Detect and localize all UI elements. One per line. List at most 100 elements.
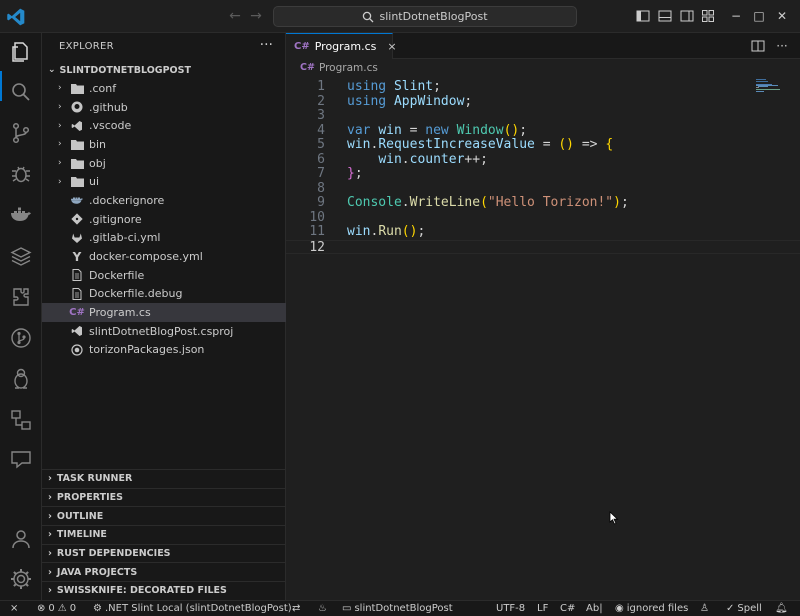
tree-item[interactable]: .gitignore bbox=[42, 210, 286, 229]
code-line[interactable]: 9 Console.WriteLine("Hello Torizon!"); bbox=[286, 195, 800, 211]
code-line[interactable]: 8 bbox=[286, 180, 800, 197]
code-text: win.counter++; bbox=[378, 151, 488, 167]
tree-item[interactable]: slintDotnetBlogPost.csproj bbox=[42, 322, 286, 341]
tree-item-label: Dockerfile bbox=[89, 268, 145, 282]
explorer-icon[interactable] bbox=[9, 40, 33, 64]
tree-item[interactable]: Ydocker-compose.yml bbox=[42, 247, 286, 266]
workspace-root-folder[interactable]: ⌄ SLINTDOTNETBLOGPOST bbox=[42, 61, 286, 79]
line-number: 8 bbox=[317, 180, 325, 196]
code-line[interactable]: 3 bbox=[286, 108, 800, 124]
spell-item[interactable]: ✓ Spell bbox=[726, 602, 762, 616]
split-editor-icon[interactable] bbox=[751, 39, 765, 53]
line-number: 12 bbox=[309, 239, 325, 255]
tree-item[interactable]: › .github bbox=[42, 98, 286, 117]
vscode-logo-icon[interactable] bbox=[6, 7, 26, 27]
torizon-penguin-icon[interactable] bbox=[9, 367, 33, 391]
chevron-right-icon: › bbox=[48, 510, 52, 522]
file-icon bbox=[70, 268, 84, 282]
git-graph-icon[interactable] bbox=[9, 326, 33, 350]
section-label: OUTLINE bbox=[56, 510, 104, 522]
tree-item[interactable]: .gitlab-ci.yml bbox=[42, 229, 286, 248]
spell-marker-item[interactable]: Ab| bbox=[586, 602, 603, 616]
tree-item[interactable]: › bin bbox=[42, 135, 286, 154]
chevron-right-icon: › bbox=[58, 83, 62, 94]
customize-layout-icon[interactable] bbox=[701, 9, 715, 23]
tasks-icon[interactable]: ⇄ bbox=[292, 602, 300, 616]
tree-item[interactable]: Dockerfile bbox=[42, 266, 286, 285]
forward-arrow-icon[interactable]: → bbox=[248, 8, 264, 24]
code-line[interactable]: 6 win.counter++; bbox=[286, 151, 800, 168]
editor-more-actions-icon[interactable]: ··· bbox=[775, 39, 789, 53]
code-line[interactable]: 2 using AppWindow; bbox=[286, 93, 800, 110]
command-center-search[interactable]: slintDotnetBlogPost bbox=[273, 6, 577, 27]
chevron-right-icon: › bbox=[48, 492, 52, 504]
tab-program-cs[interactable]: C# Program.cs × bbox=[286, 33, 397, 59]
section-header[interactable]: › TIMELINE bbox=[42, 525, 286, 544]
chat-icon[interactable] bbox=[9, 447, 33, 471]
code-line[interactable]: 7}; bbox=[286, 166, 800, 182]
toggle-primary-sidebar-icon[interactable] bbox=[636, 9, 650, 23]
remote-indicator[interactable]: ⨯ bbox=[10, 602, 18, 616]
search-icon[interactable] bbox=[9, 80, 33, 104]
back-arrow-icon[interactable]: ← bbox=[227, 8, 243, 24]
section-header[interactable]: › JAVA PROJECTS bbox=[42, 562, 286, 581]
code-text: win.RequestIncreaseValue = () => { bbox=[347, 137, 614, 152]
more-actions-icon[interactable]: ··· bbox=[260, 37, 273, 53]
code-line[interactable]: 5 win.RequestIncreaseValue = () => { bbox=[286, 137, 800, 153]
code-line[interactable]: 11 win.Run(); bbox=[286, 224, 800, 240]
tree-item[interactable]: › .conf bbox=[42, 79, 286, 98]
code-line[interactable]: 12 bbox=[286, 239, 800, 255]
extensions-icon[interactable] bbox=[9, 285, 33, 309]
debug-config-item[interactable]: ⚙ .NET Slint Local (slintDotnetBlogPost) bbox=[93, 602, 292, 616]
tree-item-label: ui bbox=[89, 175, 100, 189]
code-line[interactable]: 10 bbox=[286, 210, 800, 226]
section-header[interactable]: › OUTLINE bbox=[42, 506, 286, 525]
language-mode-item[interactable]: C# bbox=[560, 602, 575, 616]
tree-item[interactable]: C# Program.cs bbox=[42, 303, 286, 322]
manage-gear-icon[interactable] bbox=[9, 567, 33, 591]
breadcrumb-file[interactable]: Program.cs bbox=[319, 62, 378, 74]
section-header[interactable]: › SWISSKNIFE: DECORATED FILES bbox=[42, 581, 286, 600]
csharp-icon: C# bbox=[300, 62, 315, 73]
notifications-bell-icon[interactable]: 🔔︎ bbox=[775, 602, 788, 616]
line-number: 2 bbox=[317, 93, 325, 109]
close-window-button[interactable]: ✕ bbox=[774, 8, 790, 24]
maximize-button[interactable]: □ bbox=[751, 8, 767, 24]
ignored-files-item[interactable]: ◉ ignored files bbox=[615, 602, 688, 616]
source-control-icon[interactable] bbox=[9, 121, 33, 145]
tree-item[interactable]: › obj bbox=[42, 154, 286, 173]
toggle-panel-icon[interactable] bbox=[658, 9, 672, 23]
eol-item[interactable]: LF bbox=[537, 602, 548, 616]
remote-explorer-icon[interactable] bbox=[9, 408, 33, 432]
line-number: 3 bbox=[317, 108, 325, 123]
layers-icon[interactable] bbox=[9, 244, 33, 268]
run-debug-icon[interactable] bbox=[9, 162, 33, 186]
chevron-right-icon: › bbox=[48, 529, 52, 541]
folder-status-item[interactable]: ▭ slintDotnetBlogPost bbox=[342, 602, 453, 616]
tree-item[interactable]: › .vscode bbox=[42, 116, 286, 135]
tree-item[interactable]: Dockerfile.debug bbox=[42, 285, 286, 304]
code-editor[interactable]: 1 using Slint; 2 using AppWindow; 3 4 var win … bbox=[286, 79, 800, 255]
section-header[interactable]: › PROPERTIES bbox=[42, 487, 286, 507]
toggle-secondary-sidebar-icon[interactable] bbox=[680, 9, 694, 23]
tree-item-label: slintDotnetBlogPost.csproj bbox=[89, 324, 234, 338]
encoding-item[interactable]: UTF-8 bbox=[496, 602, 525, 616]
csharp-icon: C# bbox=[69, 307, 85, 319]
chevron-right-icon: › bbox=[48, 473, 52, 485]
csharp-icon: C# bbox=[294, 41, 310, 52]
code-line[interactable]: 1 using Slint; bbox=[286, 79, 800, 95]
account-icon[interactable] bbox=[9, 527, 33, 551]
tree-item[interactable]: torizonPackages.json bbox=[42, 341, 286, 360]
flame-icon[interactable]: ♨ bbox=[318, 602, 327, 616]
tree-item[interactable]: .dockerignore bbox=[42, 191, 286, 210]
minimap[interactable] bbox=[756, 79, 796, 93]
section-header[interactable]: › RUST DEPENDENCIES bbox=[42, 543, 286, 563]
minimize-button[interactable]: − bbox=[728, 8, 744, 24]
section-header[interactable]: › TASK RUNNER bbox=[42, 469, 286, 488]
docker-icon[interactable] bbox=[9, 203, 33, 227]
tree-item[interactable]: › ui bbox=[42, 172, 286, 191]
penguin-status-icon[interactable]: ♙ bbox=[700, 602, 709, 616]
code-line[interactable]: 4 var win = new Window(); bbox=[286, 123, 800, 139]
close-tab-icon[interactable]: × bbox=[387, 40, 396, 53]
problems-indicator[interactable]: ⊗ 0 ⚠ 0 bbox=[37, 602, 76, 616]
